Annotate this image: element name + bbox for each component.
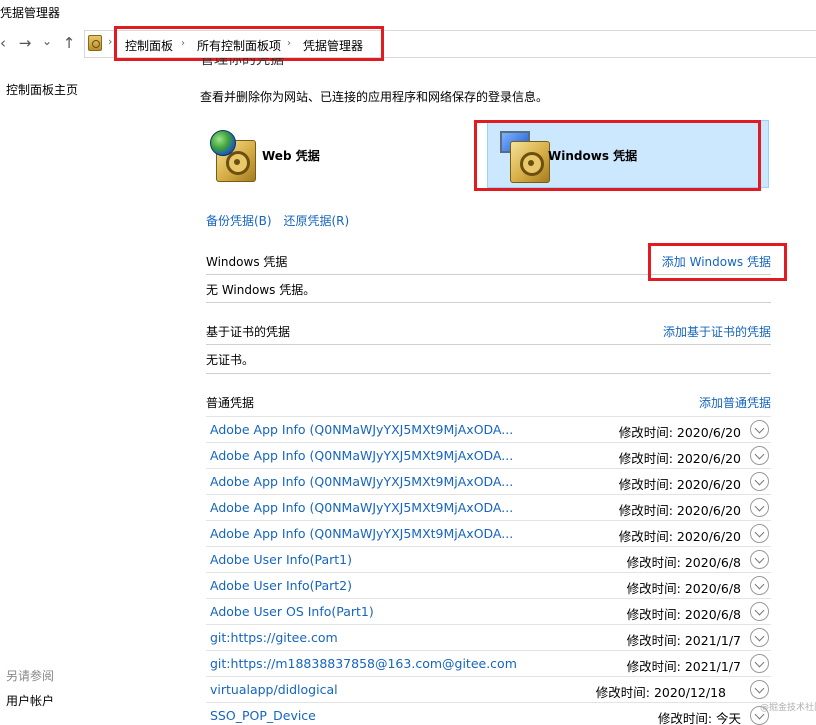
control-panel-home-link[interactable]: 控制面板主页 <box>6 83 78 97</box>
see-also-heading: 另请参阅 <box>6 669 55 683</box>
credential-modified: 修改时间: 2020/6/8 <box>626 581 741 596</box>
credential-modified: 修改时间: 2020/6/20 <box>618 529 741 544</box>
certificate-empty-message: 无证书。 <box>206 353 255 367</box>
credential-modified: 修改时间: 2020/6/20 <box>618 451 741 466</box>
expand-chevron-icon[interactable] <box>750 472 769 491</box>
credential-name[interactable]: Adobe App Info (Q0NMaWJyYXJ5MXt9MjAxODA.… <box>210 474 513 489</box>
credential-name[interactable]: git:https://m18838837858@163.com@gitee.c… <box>210 656 517 671</box>
credential-name[interactable]: virtualapp/didlogical <box>210 682 338 697</box>
credential-modified: 修改时间: 2020/12/18 <box>595 685 726 700</box>
credential-row[interactable]: git:https://gitee.com 修改时间: 2021/1/7 <box>206 624 771 650</box>
page-title: 管理你的凭据 <box>200 58 284 68</box>
title-bar: 凭据管理器 <box>0 0 816 24</box>
credential-row[interactable]: Adobe App Info (Q0NMaWJyYXJ5MXt9MjAxODA.… <box>206 416 771 442</box>
certificate-section-title: 基于证书的凭据 <box>206 325 291 339</box>
expand-chevron-icon[interactable] <box>750 628 769 647</box>
credential-row[interactable]: git:https://m18838837858@163.com@gitee.c… <box>206 650 771 676</box>
divider <box>206 373 771 374</box>
credential-modified: 修改时间: 2020/6/8 <box>626 555 741 570</box>
credential-row[interactable]: Adobe User Info(Part1) 修改时间: 2020/6/8 <box>206 546 771 572</box>
credential-name[interactable]: SSO_POP_Device <box>210 708 316 723</box>
expand-chevron-icon[interactable] <box>750 524 769 543</box>
windows-empty-message: 无 Windows 凭据。 <box>206 283 316 297</box>
credential-row[interactable]: Adobe App Info (Q0NMaWJyYXJ5MXt9MjAxODA.… <box>206 468 771 494</box>
credential-name[interactable]: git:https://gitee.com <box>210 630 338 645</box>
credential-row[interactable]: Adobe User Info(Part2) 修改时间: 2020/6/8 <box>206 572 771 598</box>
breadcrumb-separator[interactable]: › <box>181 38 185 49</box>
certificate-credentials-section-header: 基于证书的凭据 添加基于证书的凭据 <box>206 323 771 343</box>
add-certificate-credential-link[interactable]: 添加基于证书的凭据 <box>663 323 771 340</box>
generic-section-title: 普通凭据 <box>206 396 255 410</box>
generic-credentials-list: Adobe App Info (Q0NMaWJyYXJ5MXt9MjAxODA.… <box>206 416 771 725</box>
credential-modified: 修改时间: 2021/1/7 <box>626 659 741 674</box>
expand-chevron-icon[interactable] <box>750 420 769 439</box>
credential-modified: 修改时间: 2020/6/20 <box>618 425 741 440</box>
back-icon[interactable]: ‹ <box>0 34 12 52</box>
web-credentials-label: Web 凭据 <box>262 149 320 163</box>
credential-name[interactable]: Adobe User Info(Part2) <box>210 578 352 593</box>
credential-row[interactable]: SSO_POP_Device 修改时间: 今天 <box>206 702 771 725</box>
credential-modified: 修改时间: 2020/6/20 <box>618 503 741 518</box>
backup-restore-links: 备份凭据(B) 还原凭据(R) <box>206 212 349 229</box>
credential-row[interactable]: Adobe App Info (Q0NMaWJyYXJ5MXt9MjAxODA.… <box>206 494 771 520</box>
page-description: 查看并删除你为网站、已连接的应用程序和网络保存的登录信息。 <box>200 90 549 104</box>
credential-name[interactable]: Adobe App Info (Q0NMaWJyYXJ5MXt9MjAxODA.… <box>210 526 513 541</box>
windows-tile-annotation-box <box>474 120 761 191</box>
breadcrumb-root-separator[interactable]: › <box>108 35 112 48</box>
credential-name[interactable]: Adobe App Info (Q0NMaWJyYXJ5MXt9MjAxODA.… <box>210 500 513 515</box>
breadcrumb-separator[interactable]: › <box>287 38 291 49</box>
restore-credentials-link[interactable]: 还原凭据(R) <box>283 214 349 228</box>
credential-row[interactable]: Adobe User OS Info(Part1) 修改时间: 2020/6/8 <box>206 598 771 624</box>
divider <box>206 344 771 345</box>
backup-credentials-link[interactable]: 备份凭据(B) <box>206 214 272 228</box>
forward-icon[interactable]: → <box>16 34 34 52</box>
credential-name[interactable]: Adobe User Info(Part1) <box>210 552 352 567</box>
credential-manager-icon <box>88 35 102 51</box>
sidebar-home: 控制面板主页 <box>6 81 78 98</box>
expand-chevron-icon[interactable] <box>750 498 769 517</box>
generic-credentials-section-header: 普通凭据 添加普通凭据 <box>206 394 771 414</box>
credential-name[interactable]: Adobe User OS Info(Part1) <box>210 604 374 619</box>
credential-name[interactable]: Adobe App Info (Q0NMaWJyYXJ5MXt9MjAxODA.… <box>210 422 513 437</box>
user-accounts-link[interactable]: 用户帐户 <box>6 694 54 708</box>
add-windows-annotation-box <box>648 243 787 281</box>
breadcrumb-credential-manager[interactable]: 凭据管理器 <box>303 37 363 54</box>
credential-row[interactable]: Adobe App Info (Q0NMaWJyYXJ5MXt9MjAxODA.… <box>206 520 771 546</box>
breadcrumb-control-panel[interactable]: 控制面板 <box>125 37 173 54</box>
globe-icon <box>210 130 236 156</box>
breadcrumb-all-items[interactable]: 所有控制面板项 <box>197 37 281 54</box>
credential-row[interactable]: Adobe App Info (Q0NMaWJyYXJ5MXt9MjAxODA.… <box>206 442 771 468</box>
expand-chevron-icon[interactable] <box>750 680 769 699</box>
add-generic-credential-link[interactable]: 添加普通凭据 <box>699 394 771 411</box>
recent-dropdown-icon[interactable]: ⌄ <box>38 32 56 50</box>
credential-modified: 修改时间: 2020/6/20 <box>618 477 741 492</box>
expand-chevron-icon[interactable] <box>750 550 769 569</box>
expand-chevron-icon[interactable] <box>750 576 769 595</box>
up-icon[interactable]: ↑ <box>60 34 78 52</box>
credential-modified: 修改时间: 今天 <box>657 711 741 725</box>
expand-chevron-icon[interactable] <box>750 654 769 673</box>
breadcrumb: 控制面板 › 所有控制面板项 › 凭据管理器 <box>114 26 384 61</box>
expand-chevron-icon[interactable] <box>750 446 769 465</box>
window-title: 凭据管理器 <box>0 6 61 20</box>
credential-name[interactable]: Adobe App Info (Q0NMaWJyYXJ5MXt9MjAxODA.… <box>210 448 513 463</box>
divider <box>206 302 771 303</box>
credential-row[interactable]: virtualapp/didlogical 修改时间: 2020/12/18 <box>206 676 771 702</box>
watermark: @掘金技术社区 <box>760 703 816 713</box>
credential-modified: 修改时间: 2021/1/7 <box>626 633 741 648</box>
credential-modified: 修改时间: 2020/6/8 <box>626 607 741 622</box>
see-also-list: 用户帐户 <box>6 692 54 709</box>
expand-chevron-icon[interactable] <box>750 602 769 621</box>
web-credentials-tile[interactable]: Web 凭据 <box>206 120 466 188</box>
windows-section-title: Windows 凭据 <box>206 255 288 269</box>
